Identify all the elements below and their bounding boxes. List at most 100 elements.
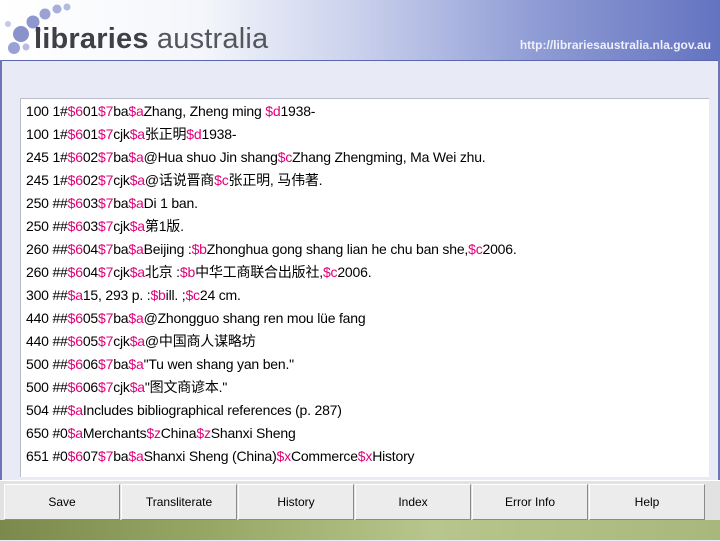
header-banner: libraries australia http://librariesaust… (0, 0, 720, 60)
index-button[interactable]: Index (355, 484, 471, 520)
field-text: 02 (82, 149, 98, 165)
field-text: 张正明, 马伟著. (228, 172, 323, 188)
subfield-code: $c (185, 287, 200, 303)
field-text: 250 ## (26, 218, 68, 234)
subfield-code: $6 (67, 218, 83, 234)
field-text: 01 (82, 103, 98, 119)
site-logo[interactable]: libraries australia (34, 22, 268, 56)
subfield-code: $c (322, 264, 338, 280)
field-text: 440 ## (26, 310, 68, 326)
save-button[interactable]: Save (4, 484, 120, 520)
subfield-code: $a (129, 264, 145, 280)
subfield-code: $7 (98, 103, 114, 119)
field-text: 03 (82, 218, 98, 234)
field-text: 06 (82, 356, 98, 372)
field-text: ba (113, 149, 129, 165)
subfield-code: $6 (67, 448, 83, 464)
field-text: Shanxi Sheng (210, 425, 296, 441)
subfield-code: $x (276, 448, 292, 464)
field-text: @话说晋商 (144, 172, 215, 188)
error-info-button[interactable]: Error Info (472, 484, 588, 520)
field-text: 245 1# (26, 149, 68, 165)
field-text: Zhang, Zheng ming (143, 103, 266, 119)
field-text: cjk (113, 126, 130, 142)
subfield-code: $a (67, 425, 83, 441)
subfield-code: $6 (67, 126, 83, 142)
field-text: 650 #0 (26, 425, 68, 441)
record-line: 440 ##$605$7cjk$a@中国商人谋略坊 (26, 330, 256, 353)
field-text: 06 (82, 379, 98, 395)
field-text: 250 ## (26, 195, 68, 211)
history-button[interactable]: History (238, 484, 354, 520)
subfield-code: $c (277, 149, 293, 165)
field-text: 04 (82, 264, 98, 280)
subfield-code: $d (186, 126, 202, 142)
subfield-code: $d (265, 103, 281, 119)
record-line: 504 ##$aIncludes bibliographical referen… (26, 399, 342, 422)
record-line: 260 ##$604$7cjk$a北京 :$b中华工商联合出版社,$c2006. (26, 261, 372, 284)
record-line: 260 ##$604$7ba$aBeijing :$bZhonghua gong… (26, 238, 517, 261)
field-text: @Hua shuo Jin shang (143, 149, 278, 165)
field-text: 2006. (482, 241, 517, 257)
record-line: 651 #0$607$7ba$aShanxi Sheng (China)$xCo… (26, 445, 415, 468)
field-text: ba (113, 195, 129, 211)
field-text: 1938- (201, 126, 237, 142)
record-line: 100 1#$601$7cjk$a张正明$d1938- (26, 123, 236, 146)
subfield-code: $b (179, 264, 196, 280)
subfield-code: $a (129, 333, 145, 349)
subfield-code: $7 (98, 149, 114, 165)
record-line: 440 ##$605$7ba$a@Zhongguo shang ren mou … (26, 307, 366, 330)
field-text: 05 (82, 310, 98, 326)
field-text: cjk (113, 218, 130, 234)
subfield-code: $a (67, 287, 83, 303)
record-line: 100 1#$601$7ba$aZhang, Zheng ming $d1938… (26, 100, 315, 123)
subfield-code: $a (128, 103, 144, 119)
field-text: ba (113, 241, 129, 257)
subfield-code: $7 (98, 379, 114, 395)
field-text: Commerce (290, 448, 358, 464)
field-text: cjk (113, 264, 130, 280)
help-button[interactable]: Help (589, 484, 705, 520)
record-line: 300 ##$a15, 293 p. :$bill. ;$c24 cm. (26, 284, 241, 307)
field-text: History (372, 448, 415, 464)
field-text: Beijing : (143, 241, 192, 257)
site-url[interactable]: http://librariesaustralia.nla.gov.au (520, 38, 711, 52)
transliterate-button[interactable]: Transliterate (121, 484, 237, 520)
field-text: Includes bibliographical references (p. … (82, 402, 342, 418)
field-text: Merchants (82, 425, 147, 441)
field-text: 260 ## (26, 241, 68, 257)
subfield-code: $6 (67, 333, 83, 349)
record-line: 250 ##$603$7cjk$a第1版. (26, 215, 184, 238)
subfield-code: $6 (67, 264, 83, 280)
subfield-code: $7 (98, 310, 114, 326)
subfield-code: $b (150, 287, 166, 303)
field-text: China (160, 425, 197, 441)
field-text: cjk (113, 172, 130, 188)
field-text: Di 1 ban. (143, 195, 198, 211)
field-text: @Zhongguo shang ren mou lüe fang (143, 310, 366, 326)
field-text: @中国商人谋略坊 (144, 333, 256, 349)
field-text: cjk (113, 379, 130, 395)
field-text: 04 (82, 241, 98, 257)
field-text: ill. ; (165, 287, 186, 303)
field-text: "Tu wen shang yan ben." (143, 356, 295, 372)
field-text: 第1版. (144, 218, 184, 234)
subfield-code: $6 (67, 195, 83, 211)
marc-record-pane[interactable]: 100 1#$601$7ba$aZhang, Zheng ming $d1938… (20, 98, 709, 477)
subfield-code: $6 (67, 356, 83, 372)
record-line: 245 1#$602$7ba$a@Hua shuo Jin shang$cZha… (26, 146, 486, 169)
field-text: 1938- (280, 103, 316, 119)
subfield-code: $z (146, 425, 161, 441)
record-line: 245 1#$602$7cjk$a@话说晋商$c张正明, 马伟著. (26, 169, 323, 192)
subfield-code: $z (196, 425, 211, 441)
subfield-code: $c (214, 172, 229, 188)
field-text: 440 ## (26, 333, 68, 349)
subfield-code: $7 (98, 195, 114, 211)
field-text: ba (113, 356, 129, 372)
field-text: 245 1# (26, 172, 68, 188)
field-text: ba (113, 310, 129, 326)
field-text: cjk (113, 333, 130, 349)
field-text: Zhang Zhengming, Ma Wei zhu. (292, 149, 486, 165)
field-text: 北京 : (144, 264, 180, 280)
field-text: 2006. (337, 264, 372, 280)
